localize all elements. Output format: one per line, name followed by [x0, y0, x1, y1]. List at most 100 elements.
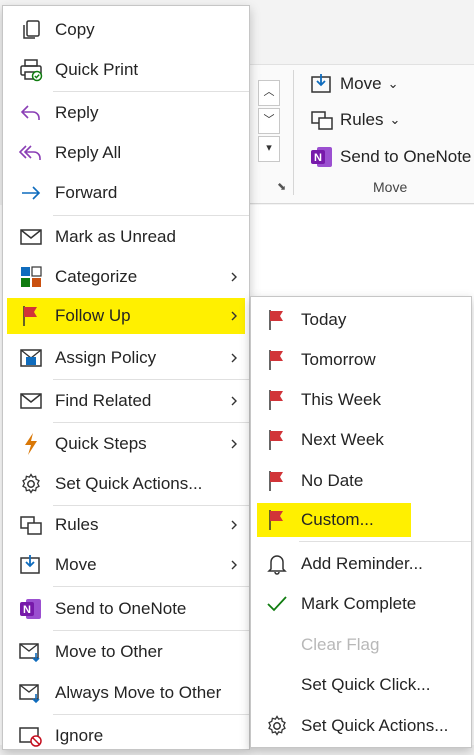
ribbon-rules-button[interactable]: Rules ⌄: [310, 109, 400, 131]
submenu-item-label: Tomorrow: [301, 350, 376, 369]
flag-icon: [265, 469, 289, 493]
rules-icon: [19, 513, 43, 537]
flag-icon: [265, 348, 289, 372]
flag-icon: [265, 308, 289, 332]
submenu-item-mark-complete[interactable]: Mark Complete: [251, 585, 471, 623]
menu-item-always-move-to-other[interactable]: Always Move to Other: [3, 674, 249, 712]
submenu-item-clear-flag[interactable]: Clear Flag: [251, 626, 471, 664]
menu-item-label: Categorize: [55, 267, 138, 286]
submenu-item-label: Add Reminder...: [301, 554, 423, 573]
flag-icon: [265, 508, 289, 532]
submenu-item-set-quick-click[interactable]: Set Quick Click...: [251, 666, 471, 704]
menu-item-quick-print[interactable]: Quick Print: [3, 51, 249, 89]
menu-item-move-to-other[interactable]: Move to Other: [3, 633, 249, 671]
flag-icon: [19, 304, 43, 328]
submenu-item-custom[interactable]: Custom...: [257, 503, 411, 537]
submenu-item-label: Set Quick Click...: [301, 675, 431, 694]
menu-item-forward[interactable]: Forward: [3, 174, 249, 212]
move-icon: [19, 553, 43, 577]
quick-print-icon: [19, 58, 43, 82]
envelope-icon: [19, 225, 43, 249]
ribbon-move-label: Move: [340, 74, 382, 93]
ignore-icon: [19, 724, 43, 748]
menu-separator: [53, 422, 249, 423]
svg-text:N: N: [314, 152, 322, 164]
menu-separator: [53, 379, 249, 380]
menu-item-label: Set Quick Actions...: [55, 474, 203, 493]
checkmark-icon: [265, 592, 289, 616]
ribbon-rules-label: Rules: [340, 110, 384, 129]
menu-item-reply[interactable]: Reply: [3, 94, 249, 132]
context-menu: Copy Quick Print Reply Reply All Forward…: [2, 5, 250, 750]
chevron-down-icon: ⌄: [387, 76, 399, 91]
submenu-item-this-week[interactable]: This Week: [251, 381, 471, 419]
submenu-item-label: Next Week: [301, 430, 384, 449]
ribbon-move-button[interactable]: Move ⌄: [310, 73, 398, 95]
submenu-item-tomorrow[interactable]: Tomorrow: [251, 341, 471, 379]
gear-icon: [19, 472, 43, 496]
menu-item-reply-all[interactable]: Reply All: [3, 134, 249, 172]
chevron-right-icon: [231, 560, 237, 570]
bell-icon: [265, 552, 289, 576]
menu-item-copy[interactable]: Copy: [3, 11, 249, 49]
menu-item-label: Reply: [55, 103, 99, 122]
menu-item-label: Quick Print: [55, 60, 139, 79]
chevron-right-icon: [231, 439, 237, 449]
menu-separator: [53, 91, 249, 92]
ribbon-separator: [293, 70, 294, 195]
gallery-more-button[interactable]: ▾: [258, 136, 280, 162]
submenu-item-today[interactable]: Today: [251, 301, 471, 339]
menu-item-categorize[interactable]: Categorize: [3, 258, 249, 296]
dialog-launcher-icon[interactable]: ⬊: [277, 180, 286, 193]
move-to-other-icon: [19, 640, 43, 664]
chevron-right-icon: [231, 520, 237, 530]
gallery-scroll-up[interactable]: ︿: [258, 80, 280, 106]
menu-item-rules[interactable]: Rules: [3, 506, 249, 544]
menu-item-mark-as-unread[interactable]: Mark as Unread: [3, 218, 249, 256]
submenu-item-label: Clear Flag: [301, 635, 380, 654]
submenu-item-set-quick-actions[interactable]: Set Quick Actions...: [251, 707, 471, 745]
submenu-item-label: This Week: [301, 390, 381, 409]
menu-item-label: Forward: [55, 183, 118, 202]
menu-item-ignore[interactable]: Ignore: [3, 717, 249, 755]
chevron-right-icon: [231, 353, 237, 363]
chevron-right-icon: [231, 311, 237, 321]
menu-item-label: Move to Other: [55, 642, 163, 661]
menu-item-send-to-onenote[interactable]: N Send to OneNote: [3, 590, 249, 628]
menu-item-quick-steps[interactable]: Quick Steps: [3, 425, 249, 463]
submenu-item-label: Custom...: [301, 510, 374, 529]
menu-item-find-related[interactable]: Find Related: [3, 382, 249, 420]
categorize-icon: [19, 265, 43, 289]
submenu-item-no-date[interactable]: No Date: [251, 462, 471, 500]
gallery-scroll-down[interactable]: ﹀: [258, 108, 280, 134]
menu-item-label: Follow Up: [55, 306, 131, 325]
submenu-item-label: Today: [301, 310, 347, 329]
ribbon-onenote-label: Send to OneNote: [340, 147, 472, 166]
menu-item-assign-policy[interactable]: Assign Policy: [3, 339, 249, 377]
ribbon-onenote-button[interactable]: N Send to OneNote: [310, 145, 471, 169]
flag-icon: [265, 388, 289, 412]
menu-item-label: Send to OneNote: [55, 599, 187, 618]
rules-icon: [310, 109, 334, 131]
gear-icon: [265, 714, 289, 738]
chevron-right-icon: [231, 272, 237, 282]
menu-item-label: Assign Policy: [55, 348, 157, 367]
menu-item-move[interactable]: Move: [3, 546, 249, 584]
menu-item-follow-up[interactable]: Follow Up: [7, 298, 245, 334]
submenu-item-add-reminder[interactable]: Add Reminder...: [251, 545, 471, 583]
chevron-down-icon: ⌄: [389, 112, 401, 127]
move-icon: [310, 73, 334, 95]
lightning-icon: [19, 432, 43, 456]
menu-item-label: Find Related: [55, 391, 152, 410]
forward-icon: [19, 181, 43, 205]
menu-item-label: Reply All: [55, 143, 122, 162]
chevron-right-icon: [231, 396, 237, 406]
menu-separator: [53, 586, 249, 587]
svg-text:N: N: [23, 604, 31, 616]
submenu-item-label: No Date: [301, 471, 364, 490]
submenu-item-label: Set Quick Actions...: [301, 716, 449, 735]
menu-separator: [299, 541, 471, 542]
submenu-item-next-week[interactable]: Next Week: [251, 421, 471, 459]
always-move-icon: [19, 681, 43, 705]
menu-item-set-quick-actions[interactable]: Set Quick Actions...: [3, 465, 249, 503]
